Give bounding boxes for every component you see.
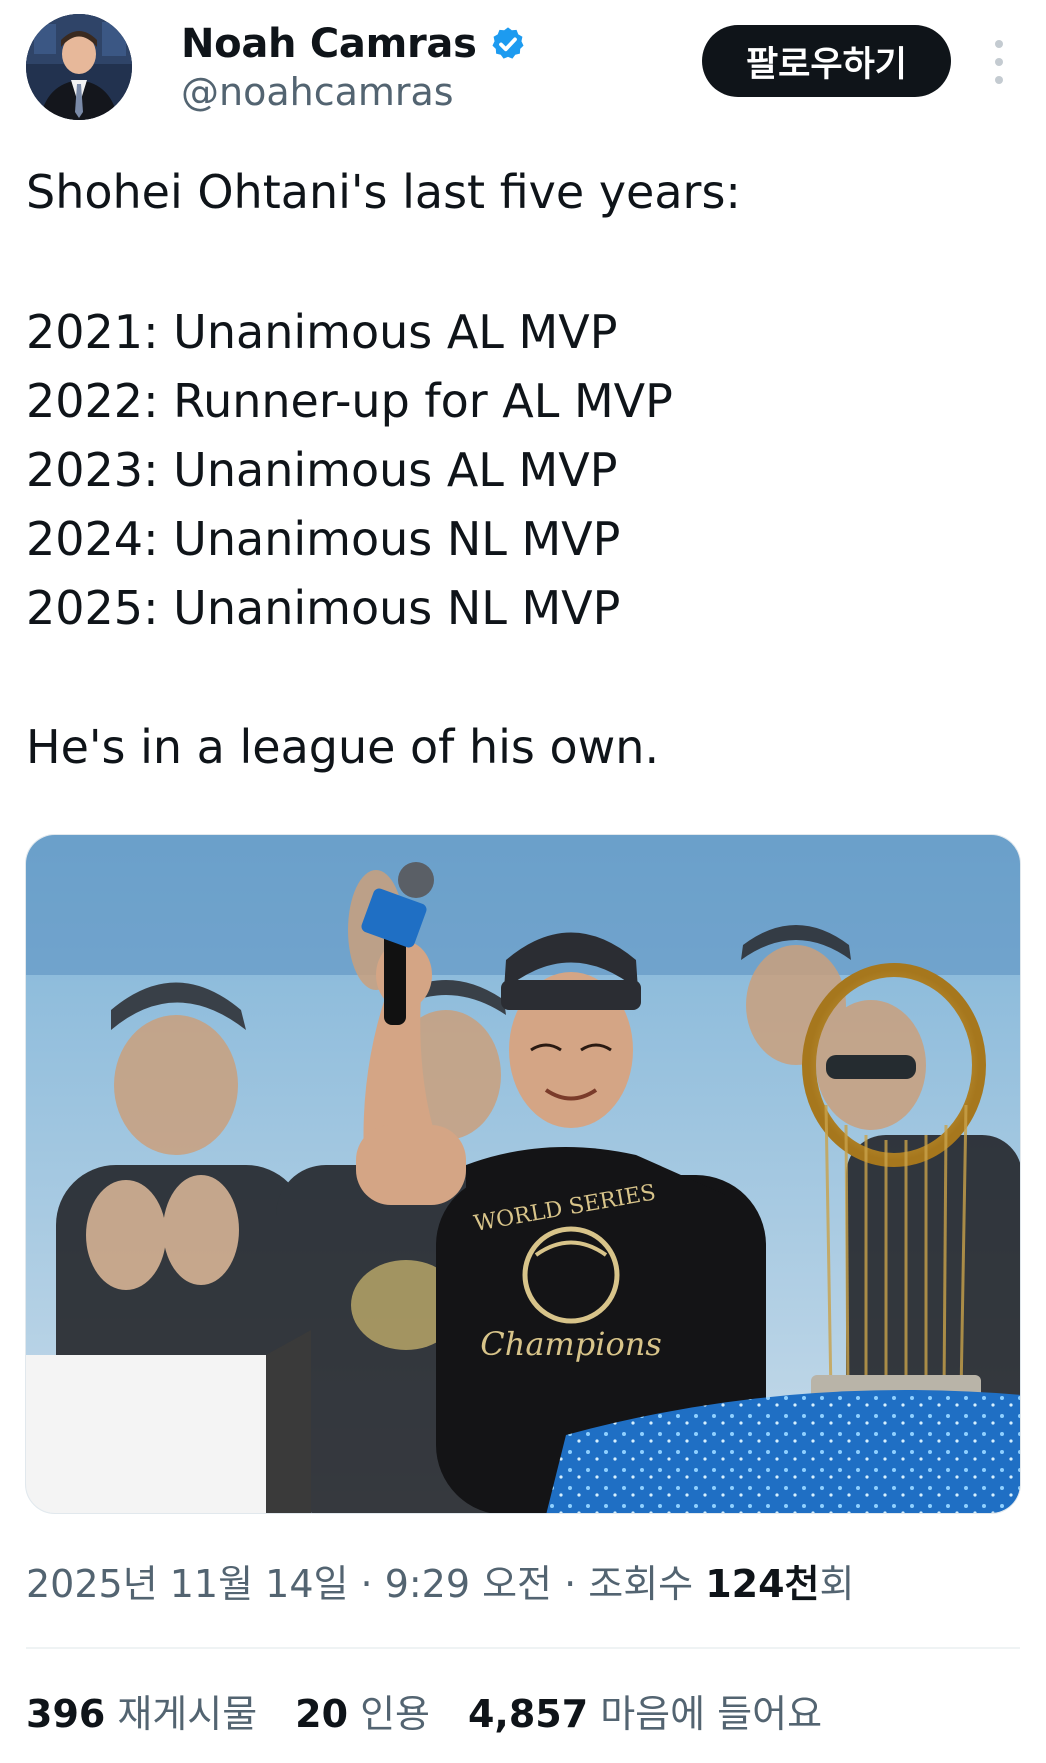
reposts-label: 재게시물 — [117, 1692, 258, 1736]
tweet-meta: 2025년 11월 14일 · 9:29 오전 · 조회수 124천 회 — [26, 1553, 855, 1608]
tweet-text-line: Shohei Ohtani's last five years: — [26, 165, 741, 219]
likes-count: 4,857 — [467, 1692, 589, 1736]
tweet-page: Noah Camras @noahcamras 팔로우하기 Shohei Oht… — [0, 0, 1046, 1763]
tweet-text-line: 2021: Unanimous AL MVP — [26, 305, 618, 359]
view-count: 124천 — [705, 1562, 820, 1606]
tweet-text-line: 2024: Unanimous NL MVP — [26, 512, 621, 566]
divider — [26, 1647, 1020, 1649]
quotes-stat[interactable]: 20 인용 — [295, 1683, 430, 1738]
tweet-text-line: He's in a league of his own. — [26, 720, 660, 774]
follow-button[interactable]: 팔로우하기 — [702, 25, 951, 97]
likes-stat[interactable]: 4,857 마음에 들어요 — [468, 1683, 822, 1738]
shirt-text-bottom: Champions — [480, 1325, 662, 1363]
quotes-label: 인용 — [360, 1692, 430, 1736]
quotes-count: 20 — [295, 1692, 349, 1736]
verified-badge-icon — [489, 25, 527, 63]
author-display-name[interactable]: Noah Camras — [181, 21, 477, 67]
avatar-image — [26, 14, 132, 120]
tweet-stats: 396 재게시물 20 인용 4,857 마음에 들어요 — [26, 1683, 860, 1738]
tweet-photo[interactable]: WORLD SERIES Champions — [25, 834, 1021, 1514]
reposts-count: 396 — [26, 1692, 106, 1736]
view-count-suffix: 회 — [819, 1562, 855, 1606]
tweet-timestamp[interactable]: 2025년 11월 14일 · 9:29 오전 · 조회수 — [26, 1553, 705, 1608]
tweet-text-line: 2025: Unanimous NL MVP — [26, 581, 621, 635]
more-vertical-icon[interactable] — [985, 40, 1013, 84]
author-name-row[interactable]: Noah Camras — [181, 18, 527, 70]
reposts-stat[interactable]: 396 재게시물 — [26, 1683, 257, 1738]
likes-label: 마음에 들어요 — [600, 1692, 823, 1736]
tweet-text-line: 2022: Runner-up for AL MVP — [26, 374, 673, 428]
author-handle[interactable]: @noahcamras — [181, 70, 454, 114]
celebration-photo: WORLD SERIES Champions — [26, 835, 1020, 1513]
avatar[interactable] — [26, 14, 132, 120]
tweet-text-line: 2023: Unanimous AL MVP — [26, 443, 618, 497]
